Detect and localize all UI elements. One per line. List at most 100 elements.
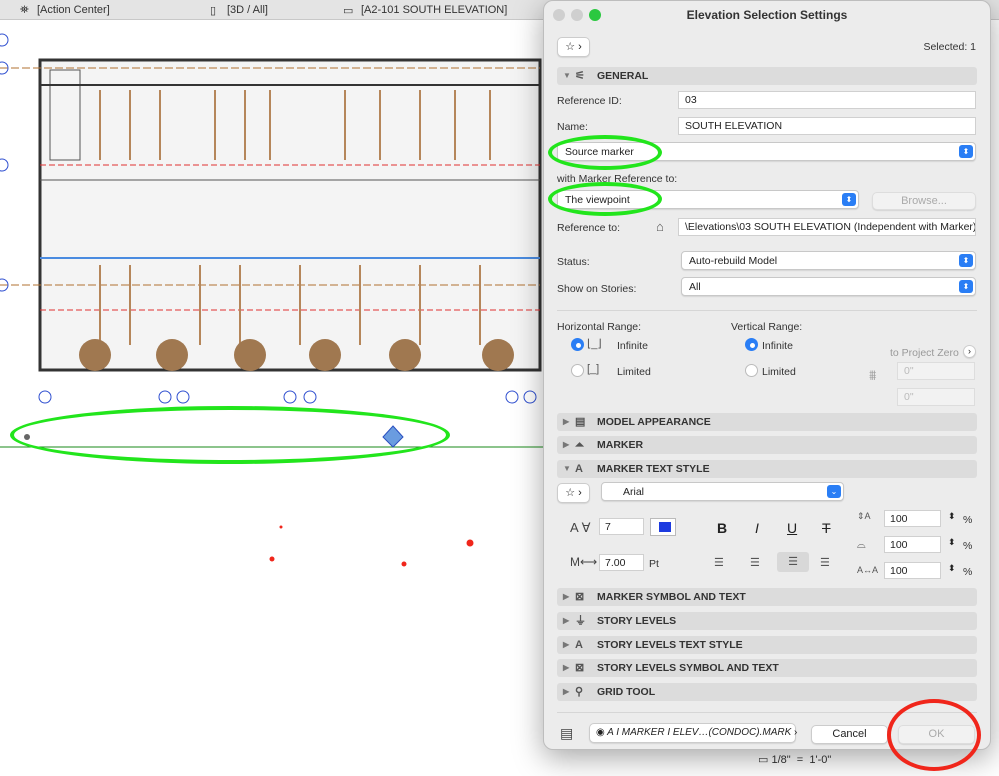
reference-id-input[interactable]: 03	[678, 91, 976, 109]
red-highlight-ok-button	[887, 699, 981, 771]
text-size-input[interactable]: 7	[599, 518, 644, 535]
text-size-icon: A ꓯ	[570, 520, 591, 535]
pen-size-icon: M⟷	[570, 555, 598, 569]
infinite-range-icon: ⌊_⌋	[587, 338, 602, 350]
tab-3d-all[interactable]: [3D / All]	[227, 4, 268, 16]
reference-id-label: Reference ID:	[557, 95, 622, 107]
marker-icon: ⏶	[575, 439, 584, 451]
chevron-updown-icon: ⬍	[959, 280, 973, 293]
text-width-icon: ⇕A	[857, 511, 871, 521]
horizontal-limited-radio[interactable]	[571, 364, 584, 377]
settings-icon: ⚟	[575, 70, 585, 82]
vertical-infinite-radio[interactable]	[745, 338, 758, 351]
align-justify-icon[interactable]: ☰	[820, 556, 830, 569]
eye-icon: ◉	[596, 727, 605, 738]
text-pen-color-button[interactable]	[650, 518, 676, 536]
tab-south-elevation[interactable]: [A2-101 SOUTH ELEVATION]	[361, 4, 507, 16]
spacing-stepper[interactable]: ⬍	[948, 537, 956, 548]
cancel-button[interactable]: Cancel	[811, 725, 888, 744]
horizontal-infinite-label: Infinite	[617, 340, 648, 352]
layer-select-button[interactable]: ◉ A I MARKER I ELEV…(CONDOC).MARK ›	[589, 723, 797, 743]
name-label: Name:	[557, 121, 588, 133]
story-range-icon: ⩩	[869, 367, 877, 383]
text-slant-input[interactable]: 100	[884, 562, 941, 579]
symbol-icon: ⊠	[575, 662, 585, 674]
section-story-levels[interactable]: ▶ ⏚ STORY LEVELS	[557, 612, 977, 630]
italic-button[interactable]: I	[755, 520, 759, 536]
horizontal-range-label: Horizontal Range:	[557, 321, 642, 333]
bold-button[interactable]: B	[717, 520, 727, 536]
align-right-icon[interactable]: ☰	[777, 552, 809, 572]
home-icon: ⌂	[656, 219, 664, 234]
vertical-infinite-label: Infinite	[762, 340, 793, 352]
text-favorites-button[interactable]: ☆ ›	[557, 483, 590, 503]
model-icon: ▤	[575, 416, 586, 428]
limited-range-icon: [_]	[587, 363, 600, 375]
favorites-button[interactable]: ☆ ›	[557, 37, 590, 57]
green-highlight-viewpoint	[548, 182, 662, 216]
chevron-updown-icon: ⬍	[842, 193, 856, 206]
ruler-icon: ▭	[758, 754, 769, 766]
text-spacing-input[interactable]: 100	[884, 536, 941, 553]
status-select[interactable]: Auto-rebuild Model ⬍	[681, 251, 976, 270]
strikethrough-button[interactable]: T	[822, 520, 831, 536]
chevron-updown-icon: ⬍	[959, 254, 973, 267]
section-marker-symbol-and-text[interactable]: ▶ ⊠ MARKER SYMBOL AND TEXT	[557, 588, 977, 606]
pen-size-unit: Pt	[649, 558, 659, 570]
top-value-input[interactable]: 0"	[897, 362, 975, 380]
project-zero-chevron-button[interactable]: ›	[963, 345, 976, 358]
horizontal-limited-label: Limited	[617, 366, 651, 378]
reference-to-value: \Elevations\03 SOUTH ELEVATION (Independ…	[678, 218, 976, 236]
stories-select[interactable]: All ⬍	[681, 277, 976, 296]
reference-to-label: Reference to:	[557, 222, 621, 234]
chevron-down-icon: ⌄	[827, 485, 841, 498]
name-input[interactable]: SOUTH ELEVATION	[678, 117, 976, 135]
section-general[interactable]: ▼ ⚟ GENERAL	[557, 67, 977, 85]
text-spacing-icon: ⌓	[857, 539, 866, 551]
browse-button[interactable]: Browse...	[872, 192, 976, 210]
star-icon: ☆ ›	[565, 41, 582, 53]
elevation-selection-settings-dialog: Elevation Selection Settings ☆ › Selecte…	[543, 0, 991, 750]
horizontal-infinite-radio[interactable]	[571, 338, 584, 351]
section-story-levels-text-style[interactable]: ▶ A STORY LEVELS TEXT STYLE	[557, 636, 977, 654]
text-width-input[interactable]: 100	[884, 510, 941, 527]
width-stepper[interactable]: ⬍	[948, 511, 956, 522]
align-center-icon[interactable]: ☰	[750, 556, 760, 569]
vertical-limited-radio[interactable]	[745, 364, 758, 377]
cube-icon: ▯	[210, 5, 217, 17]
show-on-stories-label: Show on Stories:	[557, 283, 637, 295]
status-label: Status:	[557, 256, 590, 268]
section-model-appearance[interactable]: ▶ ▤ MODEL APPEARANCE	[557, 413, 977, 431]
align-left-icon[interactable]: ☰	[714, 556, 724, 569]
tab-action-center[interactable]: [Action Center]	[37, 4, 110, 16]
elevation-view-icon: ▭	[343, 5, 354, 17]
section-marker-text-style[interactable]: ▼ A MARKER TEXT STYLE	[557, 460, 977, 478]
story-levels-icon: ⏚	[575, 615, 586, 627]
text-slant-icon: A↔A	[857, 565, 879, 575]
slant-stepper[interactable]: ⬍	[948, 563, 956, 574]
green-highlight-marker-line	[10, 406, 450, 464]
section-grid-tool[interactable]: ▶ ⚲ GRID TOOL	[557, 683, 977, 701]
pen-size-input[interactable]: 7.00	[599, 554, 644, 571]
grid-tool-icon: ⚲	[575, 686, 584, 698]
text-style-icon: A	[575, 463, 583, 475]
text-style-icon: A	[575, 639, 583, 651]
scale-readout: ▭ 1/8" = 1'-0"	[758, 754, 832, 766]
layers-icon: ▤	[560, 725, 574, 741]
divider	[557, 310, 977, 311]
star-icon: ☆ ›	[565, 487, 582, 499]
lighthouse-icon: ⛯	[20, 4, 29, 16]
bottom-value-input[interactable]: 0"	[897, 388, 975, 406]
font-select[interactable]: Arial ⌄	[601, 482, 844, 501]
vertical-range-label: Vertical Range:	[731, 321, 803, 333]
selected-count: Selected: 1	[923, 41, 976, 53]
section-story-levels-symbol-and-text[interactable]: ▶ ⊠ STORY LEVELS SYMBOL AND TEXT	[557, 659, 977, 677]
chevron-updown-icon: ⬍	[959, 145, 973, 158]
symbol-icon: ⊠	[575, 591, 585, 603]
section-marker[interactable]: ▶ ⏶ MARKER	[557, 436, 977, 454]
to-project-zero-label: to Project Zero	[890, 347, 959, 359]
underline-button[interactable]: U	[787, 520, 797, 536]
green-highlight-source-marker	[548, 135, 662, 170]
vertical-limited-label: Limited	[762, 366, 796, 378]
dialog-title: Elevation Selection Settings	[686, 8, 848, 22]
